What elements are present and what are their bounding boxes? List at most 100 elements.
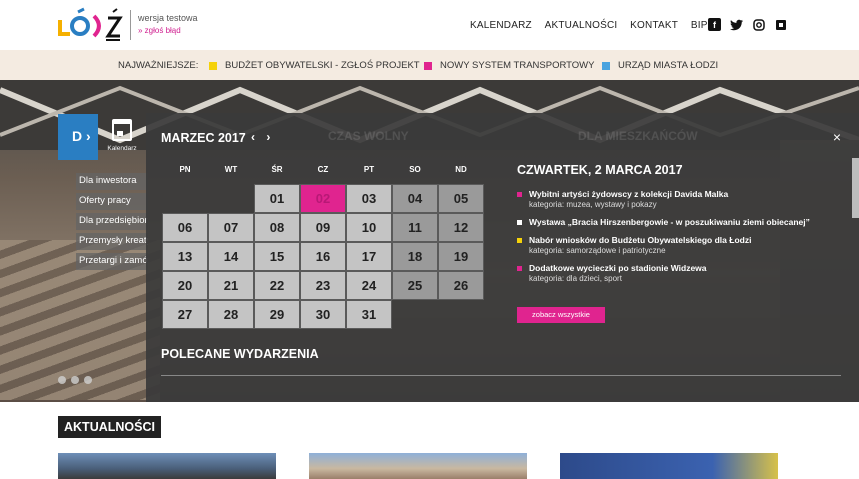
calendar-day[interactable]: 19 <box>438 242 484 271</box>
weekday-label: WT <box>224 165 238 174</box>
next-month-button[interactable]: › <box>266 130 270 144</box>
calendar-day[interactable]: 03 <box>346 184 392 213</box>
empty-day <box>208 184 254 213</box>
ghost-title-mieszkancy: DLA MIESZKAŃCÓW <box>578 129 698 143</box>
calendar-day[interactable]: 22 <box>254 271 300 300</box>
event-item[interactable]: Nabór wniosków do Budżetu Obywatelskiego… <box>517 235 837 256</box>
highlight-dot <box>602 61 610 70</box>
hero-dot[interactable] <box>58 376 66 384</box>
calendar-day[interactable]: 15 <box>254 242 300 271</box>
month-nav: ‹ › <box>251 130 278 144</box>
report-bug-link[interactable]: » zgłoś błąd <box>138 26 198 35</box>
highlight-text: URZĄD MIASTA ŁODZI <box>618 60 719 71</box>
highlights-label: NAJWAŻNIEJSZE: <box>118 60 199 71</box>
beta-notice: wersja testowa » zgłoś błąd <box>138 13 198 35</box>
calendar-day[interactable]: 07 <box>208 213 254 242</box>
calendar-day[interactable]: 11 <box>392 213 438 242</box>
event-item[interactable]: Wystawa „Bracia Hirszenbergowie - w posz… <box>517 217 837 228</box>
event-bullet <box>517 266 522 271</box>
weekday-label: ND <box>455 165 467 174</box>
site-header: wersja testowa » zgłoś błąd KALENDARZ AK… <box>0 0 859 50</box>
calendar-day[interactable]: 29 <box>254 300 300 329</box>
events-list: Wybitni artyści żydowscy z kolekcji Davi… <box>517 189 837 284</box>
calendar-day[interactable]: 21 <box>208 271 254 300</box>
side-link-przedsiebiorcy[interactable]: Dla przedsiębiorców <box>76 213 148 230</box>
calendar-day[interactable]: 01 <box>254 184 300 213</box>
close-icon[interactable]: × <box>833 129 841 145</box>
weekday-label: SO <box>409 165 421 174</box>
calendar-day[interactable]: 04 <box>392 184 438 213</box>
calendar-day[interactable]: 14 <box>208 242 254 271</box>
calendar-day[interactable]: 10 <box>346 213 392 242</box>
prev-month-button[interactable]: ‹ <box>251 130 255 144</box>
lodz-logo[interactable] <box>56 6 126 44</box>
calendar-day[interactable]: 23 <box>300 271 346 300</box>
event-title: Wybitni artyści żydowscy z kolekcji Davi… <box>529 189 729 199</box>
calendar-day[interactable]: 24 <box>346 271 392 300</box>
calendar-day[interactable]: 02 <box>300 184 346 213</box>
calendar-day[interactable]: 26 <box>438 271 484 300</box>
event-bullet <box>517 220 522 225</box>
highlight-urzad[interactable]: URZĄD MIASTA ŁODZI <box>602 60 718 71</box>
hero-banner: D › Dla inwestora Oferty pracy Dla przed… <box>0 80 859 402</box>
hero-dot[interactable] <box>84 376 92 384</box>
calendar-day[interactable]: 05 <box>438 184 484 213</box>
calendar-day[interactable]: 27 <box>162 300 208 329</box>
twitter-icon[interactable] <box>730 18 743 31</box>
side-link-inwestor[interactable]: Dla inwestora <box>76 173 148 190</box>
news-thumbnail[interactable] <box>58 453 276 479</box>
beta-label: wersja testowa <box>138 13 198 23</box>
empty-day <box>162 184 208 213</box>
event-title: Nabór wniosków do Budżetu Obywatelskiego… <box>529 235 752 245</box>
facebook-icon[interactable]: f <box>708 18 721 31</box>
scrollbar[interactable] <box>852 158 859 218</box>
calendar-grid: PN WT ŚR CZ PT SO ND 01 02 03 04 05 06 07 08 09 10 11 12 1… <box>162 161 486 329</box>
weekday-label: PT <box>363 165 375 174</box>
event-category: kategoria: muzea, wystawy i pokazy <box>529 200 657 209</box>
hero-dot[interactable] <box>71 376 79 384</box>
calendar-day[interactable]: 12 <box>438 213 484 242</box>
highlight-transport[interactable]: NOWY SYSTEM TRANSPORTOWY <box>424 60 595 71</box>
square-icon[interactable] <box>774 18 787 31</box>
calendar-day[interactable]: 20 <box>162 271 208 300</box>
news-thumbnail[interactable] <box>560 453 778 479</box>
side-link-przetargi[interactable]: Przetargi i zamówienia <box>76 253 148 270</box>
news-thumbnail[interactable] <box>309 453 527 479</box>
hero-pagination <box>58 376 92 384</box>
calendar-tab-label: Kalendarz <box>107 145 137 152</box>
calendar-overlay: Kalendarz CZAS WOLNY DLA MIESZKAŃCÓW MAR… <box>107 113 859 402</box>
calendar-tab[interactable]: Kalendarz <box>94 119 150 152</box>
calendar-day[interactable]: 31 <box>346 300 392 329</box>
calendar-day[interactable]: 13 <box>162 242 208 271</box>
side-links: Dla inwestora Oferty pracy Dla przedsięb… <box>76 173 148 273</box>
side-d-label: D <box>72 128 83 144</box>
calendar-day[interactable]: 06 <box>162 213 208 242</box>
calendar-day[interactable]: 09 <box>300 213 346 242</box>
logo-divider <box>130 10 131 40</box>
event-item[interactable]: Wybitni artyści żydowscy z kolekcji Davi… <box>517 189 837 210</box>
news-heading: AKTUALNOŚCI <box>58 416 161 438</box>
nav-kalendarz[interactable]: KALENDARZ <box>470 20 532 31</box>
side-link-oferty[interactable]: Oferty pracy <box>76 193 148 210</box>
highlight-text: BUDŻET OBYWATELSKI - ZGŁOŚ PROJEKT <box>225 60 420 71</box>
side-category-tile[interactable]: D › <box>58 114 98 160</box>
calendar-day[interactable]: 30 <box>300 300 346 329</box>
highlight-dot <box>424 61 432 70</box>
calendar-day[interactable]: 08 <box>254 213 300 242</box>
calendar-icon <box>112 119 132 141</box>
calendar-day[interactable]: 28 <box>208 300 254 329</box>
side-link-przemysly[interactable]: Przemysły kreatywne <box>76 233 148 250</box>
nav-kontakt[interactable]: KONTAKT <box>630 20 678 31</box>
calendar-day[interactable]: 17 <box>346 242 392 271</box>
highlight-budzet[interactable]: BUDŻET OBYWATELSKI - ZGŁOŚ PROJEKT <box>209 60 420 71</box>
instagram-icon[interactable] <box>752 18 765 31</box>
days-grid: 01 02 03 04 05 06 07 08 09 10 11 12 13 14 15 16 17 18 19 20… <box>162 184 486 329</box>
nav-bip[interactable]: BIP <box>691 20 708 31</box>
weekday-header: PN WT ŚR CZ PT SO ND <box>162 161 486 180</box>
calendar-day[interactable]: 18 <box>392 242 438 271</box>
calendar-day[interactable]: 16 <box>300 242 346 271</box>
calendar-day[interactable]: 25 <box>392 271 438 300</box>
event-item[interactable]: Dodatkowe wycieczki po stadionie Widzewa… <box>517 263 837 284</box>
nav-aktualnosci[interactable]: AKTUALNOŚCI <box>545 20 618 31</box>
see-all-button[interactable]: zobacz wszystkie <box>517 307 605 323</box>
